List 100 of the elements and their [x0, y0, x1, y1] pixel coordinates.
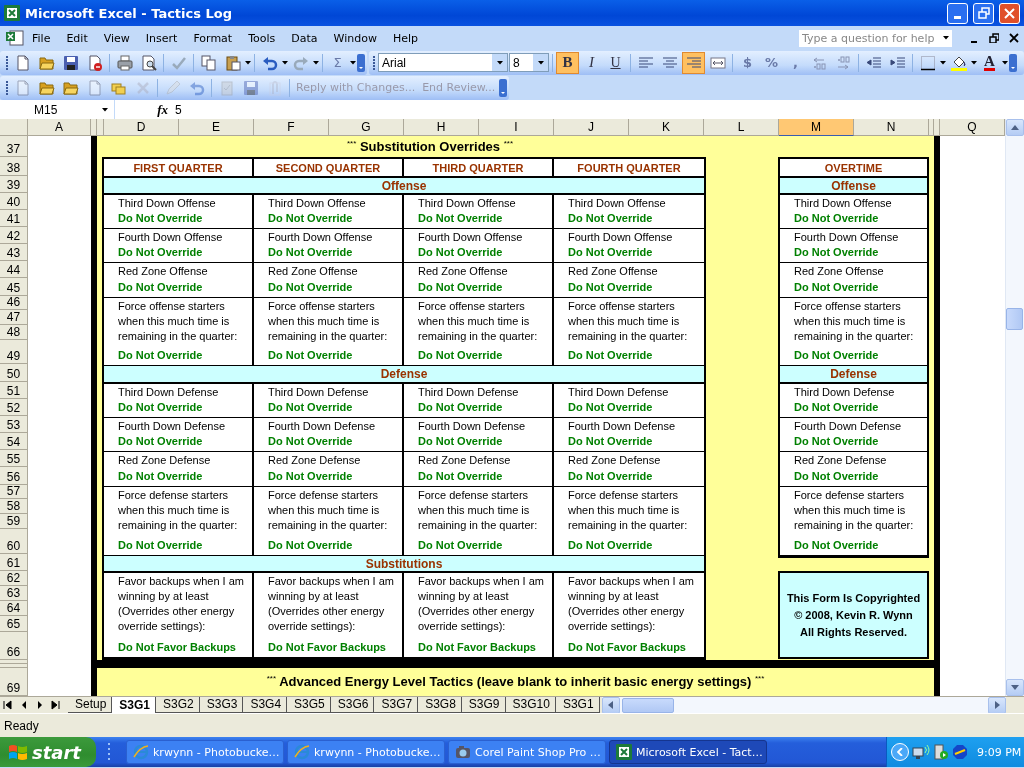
row-header[interactable]: 51 [0, 382, 28, 399]
column-header[interactable]: I [479, 119, 554, 136]
override-value[interactable]: Do Not Favor Backups [418, 640, 550, 655]
folder-icon[interactable] [38, 79, 55, 96]
sheet-tab[interactable]: S3G7 [374, 696, 419, 713]
help-field[interactable]: Type a question for help [798, 28, 953, 48]
row-header[interactable]: 42 [0, 227, 28, 244]
column-header[interactable]: F [254, 119, 329, 136]
scroll-right-button[interactable] [988, 696, 1006, 714]
row-header[interactable]: 38 [0, 157, 28, 176]
override-value[interactable]: Do Not Favor Backups [268, 640, 400, 655]
column-header[interactable]: Q [940, 119, 1005, 136]
toolbar-options-icon[interactable] [1009, 53, 1017, 72]
scroll-left-button[interactable] [601, 696, 620, 714]
sheet-tab[interactable]: S3G6 [330, 696, 375, 713]
caret-icon[interactable] [537, 60, 544, 65]
close-icon[interactable] [1009, 33, 1019, 43]
formula-field[interactable]: 5 [170, 102, 182, 117]
override-value[interactable]: Do Not Override [118, 538, 250, 553]
undo-icon[interactable] [261, 54, 278, 71]
row-header[interactable]: 46 [0, 296, 28, 310]
column-header[interactable]: D [104, 119, 179, 136]
close-button[interactable] [999, 2, 1020, 24]
permission-icon[interactable] [86, 54, 103, 71]
override-value[interactable]: Do Not Override [418, 469, 550, 484]
toolbar-options-icon[interactable] [499, 78, 508, 97]
row-header[interactable]: 55 [0, 450, 28, 467]
override-value[interactable]: Do Not Override [118, 469, 250, 484]
override-value[interactable]: Do Not Override [118, 434, 250, 449]
menu-item[interactable]: Format [185, 31, 241, 45]
menu-item[interactable]: Edit [58, 31, 96, 45]
override-value[interactable]: Do Not Override [268, 538, 400, 553]
row-header[interactable]: 50 [0, 364, 28, 382]
override-value[interactable]: Do Not Override [268, 469, 400, 484]
row-header[interactable]: 60 [0, 529, 28, 554]
sheet-tab[interactable]: S3G9 [461, 696, 506, 713]
column-header[interactable]: K [629, 119, 704, 136]
override-value[interactable]: Do Not Override [118, 211, 250, 226]
paste-icon[interactable] [224, 54, 241, 71]
row-header[interactable]: 69 [0, 668, 28, 696]
sheet-tab[interactable]: S3G5 [287, 696, 331, 713]
override-value[interactable]: Do Not Override [118, 400, 250, 415]
menu-item[interactable]: Data [283, 31, 326, 45]
override-value[interactable]: Do Not Override [794, 434, 925, 449]
sheet-tab[interactable]: Setup [68, 696, 113, 713]
row-header[interactable]: 64 [0, 601, 28, 616]
sheet-tab[interactable]: S3G1 [112, 696, 157, 713]
override-value[interactable]: Do Not Override [794, 538, 925, 553]
row-header[interactable]: 37 [0, 136, 28, 157]
scroll-up-button[interactable] [1006, 119, 1024, 136]
override-value[interactable]: Do Not Override [118, 348, 250, 363]
row-header[interactable]: 54 [0, 433, 28, 450]
row-header[interactable]: 49 [0, 340, 28, 364]
sheet-tab[interactable]: S3G10 [505, 696, 556, 713]
sheet-tab[interactable]: S3G3 [199, 696, 244, 713]
borders-icon[interactable] [919, 54, 936, 71]
menu-item[interactable]: View [95, 31, 138, 45]
menu-item[interactable]: File [24, 31, 59, 45]
bold-button[interactable]: B [556, 51, 579, 74]
sheet-tab[interactable]: S3G1 [555, 696, 600, 713]
override-value[interactable]: Do Not Favor Backups [568, 640, 702, 655]
menu-item[interactable]: Help [384, 31, 426, 45]
row-header[interactable]: 56 [0, 467, 28, 485]
override-value[interactable]: Do Not Override [568, 211, 702, 226]
sheet-tab[interactable]: S3G4 [243, 696, 288, 713]
caret-icon[interactable] [350, 60, 356, 65]
override-value[interactable]: Do Not Override [268, 400, 400, 415]
font-field[interactable]: Arial [378, 53, 508, 72]
row-header[interactable]: 61 [0, 554, 28, 571]
toolbar-options-icon[interactable] [357, 53, 365, 72]
row-header[interactable]: 53 [0, 416, 28, 433]
first-sheet-icon[interactable] [3, 700, 13, 710]
font-size-field[interactable]: 8 [509, 53, 549, 72]
next-sheet-icon[interactable] [35, 700, 45, 710]
taskbar-button[interactable]: krwynn - Photobucke… [287, 740, 445, 764]
override-value[interactable]: Do Not Override [418, 211, 550, 226]
override-value[interactable]: Do Not Override [118, 245, 250, 260]
override-value[interactable]: Do Not Override [794, 245, 925, 260]
override-value[interactable]: Do Not Override [568, 469, 702, 484]
save-icon[interactable] [62, 54, 79, 71]
caret-icon[interactable] [940, 60, 946, 65]
row-header[interactable]: 43 [0, 244, 28, 261]
taskbar-button[interactable]: Corel Paint Shop Pro … [448, 740, 606, 764]
caret-icon[interactable] [496, 60, 503, 65]
menu-item[interactable]: Insert [137, 31, 186, 45]
taskbar-button[interactable]: krwynn - Photobucke… [126, 740, 284, 764]
caret-icon[interactable] [313, 60, 319, 65]
row-header[interactable]: 52 [0, 399, 28, 416]
folder-icon[interactable] [62, 79, 79, 96]
override-value[interactable]: Do Not Override [118, 280, 250, 295]
row-header[interactable]: 59 [0, 514, 28, 529]
italic-button[interactable]: I [580, 51, 603, 74]
row-header[interactable]: 39 [0, 176, 28, 193]
row-header[interactable]: 62 [0, 571, 28, 586]
vertical-scrollbar[interactable] [1005, 119, 1024, 696]
override-value[interactable]: Do Not Override [268, 348, 400, 363]
override-value[interactable]: Do Not Override [794, 469, 925, 484]
row-header[interactable]: 44 [0, 261, 28, 278]
override-value[interactable]: Do Not Override [418, 280, 550, 295]
row-header[interactable]: 48 [0, 325, 28, 340]
